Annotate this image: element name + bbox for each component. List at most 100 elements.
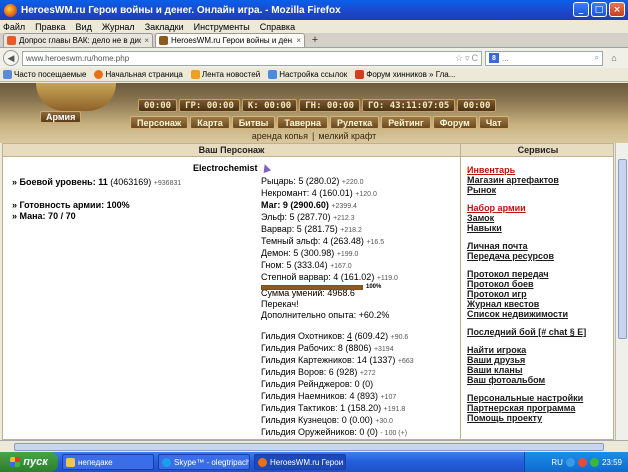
service-link[interactable]: Помощь проекту <box>467 413 609 423</box>
service-link[interactable]: Ваши кланы <box>467 365 609 375</box>
menu-view[interactable]: Вид <box>76 22 92 32</box>
faction-row: Рыцарь: 5 (280.02) +220.0 <box>261 176 364 186</box>
nav-tavern[interactable]: Таверна <box>277 116 328 129</box>
menu-tools[interactable]: Инструменты <box>194 22 250 32</box>
service-link[interactable]: Рынок <box>467 185 609 195</box>
network-icon[interactable] <box>565 457 575 467</box>
bookmark-news-feed[interactable]: Лента новостей <box>190 70 260 79</box>
search-icon[interactable]: ⌕ <box>595 53 599 63</box>
faction-row: Демон: 5 (300.98) +199.0 <box>261 248 359 258</box>
services-group: Последний бой [# chat § E] <box>467 327 609 337</box>
nav-battles[interactable]: Битвы <box>231 116 276 129</box>
progress-fill <box>262 285 362 289</box>
service-link[interactable]: Список недвижимости <box>467 309 609 319</box>
guild-row: Гильдия Кузнецов: 0 (0.00) +30.0 <box>261 415 393 425</box>
service-link[interactable]: Последний бой [# chat § E] <box>467 327 609 337</box>
service-link[interactable]: Партнерская программа <box>467 403 609 413</box>
minimize-button[interactable]: _ <box>573 2 589 17</box>
bookmark-most-visited[interactable]: Часто посещаемые <box>3 70 86 79</box>
faction-row: Варвар: 5 (281.75) +218.2 <box>261 224 362 234</box>
vertical-scrollbar[interactable] <box>615 143 628 440</box>
service-link[interactable]: Личная почта <box>467 241 609 251</box>
services-group: Инвентарь Магазин артефактов Рынок <box>467 165 609 195</box>
task-skype[interactable]: Skype™ - olegtripach... <box>158 454 250 470</box>
scroll-thumb[interactable] <box>618 159 627 339</box>
news-favicon-icon <box>7 36 16 45</box>
nav-map[interactable]: Карта <box>190 116 230 129</box>
dropdown-arrow-icon[interactable]: ▿ <box>465 53 470 64</box>
bookmark-forum[interactable]: Форум хинников » Гла... <box>355 70 455 79</box>
service-link[interactable]: Протокол передач <box>467 269 609 279</box>
service-link[interactable]: Найти игрока <box>467 345 609 355</box>
url-bar[interactable]: www.heroeswm.ru/home.php ☆ ▿ C <box>22 50 482 66</box>
nav-roulette[interactable]: Рулетка <box>329 116 380 129</box>
new-tab-button[interactable]: + <box>307 33 323 47</box>
guild-row: Гильдия Тактиков: 1 (158.20) +191.8 <box>261 403 406 413</box>
close-button[interactable]: × <box>609 2 625 17</box>
faction-row: Маг: 9 (2900.60) +2399.4 <box>261 200 357 210</box>
timer-k: К: 00:00 <box>241 99 298 112</box>
service-link[interactable]: Магазин артефактов <box>467 175 609 185</box>
firefox-icon <box>258 457 267 467</box>
bookmark-star-icon[interactable]: ☆ <box>455 53 463 64</box>
tab-heroeswm[interactable]: HeroesWM.ru Герои войны и ден. Он... × <box>155 33 305 47</box>
maximize-button[interactable]: □ <box>591 2 607 17</box>
nav-character[interactable]: Персонаж <box>130 116 189 129</box>
service-link[interactable]: Ваш фотоальбом <box>467 375 609 385</box>
faction-row: Гном: 5 (333.04) +167.0 <box>261 260 352 270</box>
menu-bookmarks[interactable]: Закладки <box>145 22 184 32</box>
scroll-thumb[interactable] <box>14 443 604 451</box>
search-bar[interactable]: 8 ... ⌕ <box>485 50 603 66</box>
character-name[interactable]: Electrochemist <box>193 162 271 174</box>
service-link[interactable]: Журнал квестов <box>467 299 609 309</box>
timer-gr: ГР: 00:00 <box>179 99 240 112</box>
service-link[interactable]: Набор армии <box>467 203 609 213</box>
task-folder[interactable]: непедаке <box>62 454 154 470</box>
antivirus-icon[interactable] <box>577 457 587 467</box>
timer-1: 00:00 <box>138 99 178 112</box>
home-icon[interactable]: ⌂ <box>606 50 622 66</box>
menu-edit[interactable]: Правка <box>35 22 65 32</box>
subnav-spear-rent[interactable]: аренда копья <box>252 131 308 143</box>
start-button[interactable]: пуск <box>0 452 58 472</box>
sub-nav: аренда копья | мелкий крафт <box>0 131 628 143</box>
bookmark-settings[interactable]: Настройка ссылок <box>268 70 347 79</box>
service-link[interactable]: Ваши друзья <box>467 355 609 365</box>
tab-close-icon[interactable]: × <box>296 36 301 45</box>
menu-history[interactable]: Журнал <box>102 22 135 32</box>
bookmark-start-page[interactable]: Начальная страница <box>94 70 183 79</box>
service-link[interactable]: Навыки <box>467 223 609 233</box>
reload-icon[interactable]: C <box>472 53 479 63</box>
service-link[interactable]: Замок <box>467 213 609 223</box>
game-logo[interactable] <box>36 83 116 111</box>
nav-forum[interactable]: Форум <box>432 116 477 129</box>
subnav-small-craft[interactable]: мелкий крафт <box>318 131 376 143</box>
tab-strip: Допрос главы ВАК: дело не в диссерт... ×… <box>0 33 628 48</box>
tab-close-icon[interactable]: × <box>144 36 149 45</box>
service-link[interactable]: Инвентарь <box>467 165 609 175</box>
service-link[interactable]: Протокол боев <box>467 279 609 289</box>
tab-vak[interactable]: Допрос главы ВАК: дело не в диссерт... × <box>3 33 153 47</box>
back-icon[interactable]: ◀ <box>3 50 19 66</box>
task-firefox[interactable]: HeroesWM.ru Герои ... <box>254 454 346 470</box>
service-link[interactable]: Персональные настройки <box>467 393 609 403</box>
service-link[interactable]: Протокол игр <box>467 289 609 299</box>
menu-help[interactable]: Справка <box>260 22 295 32</box>
search-input[interactable]: ... <box>502 54 595 63</box>
rss-icon <box>190 70 200 79</box>
faction-row: Темный эльф: 4 (263.48) +16.5 <box>261 236 385 246</box>
service-link[interactable]: Передача ресурсов <box>467 251 609 261</box>
overleveled-text: Перекач! <box>261 299 299 309</box>
nav-chat[interactable]: Чат <box>478 116 509 129</box>
subnav-separator: | <box>311 131 315 141</box>
horizontal-scrollbar[interactable] <box>0 440 628 452</box>
guild-row: Гильдия Картежников: 14 (1337) +663 <box>261 355 414 365</box>
language-indicator[interactable]: RU <box>551 458 563 467</box>
search-engine-icon[interactable]: 8 <box>489 53 499 63</box>
extra-info: Перекач! Дополнительно опыта: +60.2% <box>261 299 389 321</box>
menu-file[interactable]: Файл <box>3 22 25 32</box>
heroeswm-favicon-icon <box>159 36 168 45</box>
tray-status-icon[interactable] <box>589 457 599 467</box>
army-button[interactable]: Армия <box>40 111 82 123</box>
nav-rating[interactable]: Рейтинг <box>381 116 431 129</box>
